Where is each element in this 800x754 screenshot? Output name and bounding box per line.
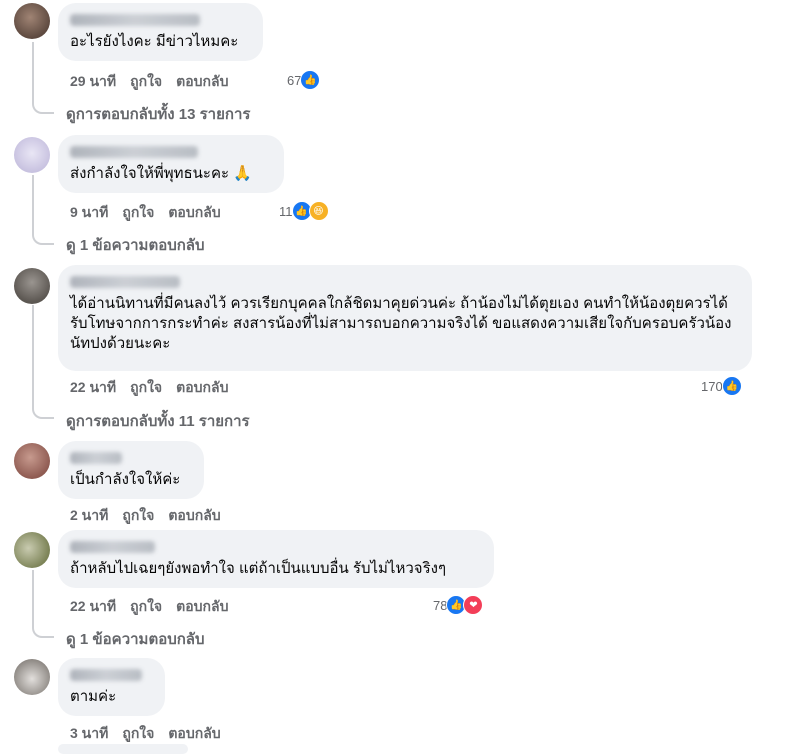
like-button[interactable]: ถูกใจ: [122, 505, 154, 527]
author-name-blurred[interactable]: [70, 276, 180, 288]
reaction-count: 67: [287, 72, 302, 88]
reply-button[interactable]: ตอบกลับ: [176, 377, 228, 399]
author-name-blurred[interactable]: [70, 146, 198, 158]
comment-actions: 22 นาที ถูกใจ ตอบกลับ: [70, 377, 228, 399]
avatar[interactable]: [14, 3, 50, 39]
comment-actions: 9 นาที ถูกใจ ตอบกลับ: [70, 202, 221, 224]
like-button[interactable]: ถูกใจ: [130, 71, 162, 93]
reaction-summary[interactable]: 170 👍: [701, 376, 742, 396]
author-name-blurred[interactable]: [70, 452, 122, 464]
comment-bubble: ได้อ่านนิทานที่มีคนลงไว้ ควรเรียกบุคคลใก…: [58, 265, 752, 371]
avatar[interactable]: [14, 137, 50, 173]
like-icon: 👍: [300, 70, 321, 90]
comment-text: ได้อ่านนิทานที่มีคนลงไว้ ควรเรียกบุคคลใก…: [70, 295, 732, 352]
comment-time[interactable]: 22 นาที: [70, 377, 116, 399]
comment-actions: 22 นาที ถูกใจ ตอบกลับ: [70, 596, 228, 618]
comment-bubble-partial: [58, 744, 188, 754]
comment-time[interactable]: 22 นาที: [70, 596, 116, 618]
author-name-blurred[interactable]: [70, 541, 155, 553]
like-button[interactable]: ถูกใจ: [130, 596, 162, 618]
comment-bubble: ส่งกำลังใจให้พี่พุทธนะคะ 🙏: [58, 135, 284, 193]
view-replies-link[interactable]: ดูการตอบกลับทั้ง 13 รายการ: [66, 102, 250, 126]
comment-text: ตามค่ะ: [70, 688, 117, 705]
reply-connector: [32, 42, 54, 114]
avatar[interactable]: [14, 443, 50, 479]
reply-connector: [32, 175, 54, 245]
like-button[interactable]: ถูกใจ: [130, 377, 162, 399]
avatar[interactable]: [14, 532, 50, 568]
view-replies-link[interactable]: ดู 1 ข้อความตอบกลับ: [66, 627, 205, 651]
comment-bubble: ถ้าหลับไปเฉยๆยังพอทำใจ แต่ถ้าเป็นแบบอื่น…: [58, 530, 494, 588]
like-button[interactable]: ถูกใจ: [122, 723, 154, 745]
avatar[interactable]: [14, 659, 50, 695]
reaction-summary[interactable]: 11 👍 😆: [279, 201, 329, 221]
view-replies-link[interactable]: ดูการตอบกลับทั้ง 11 รายการ: [66, 409, 250, 433]
comment-time[interactable]: 29 นาที: [70, 71, 116, 93]
comment-time[interactable]: 3 นาที: [70, 723, 108, 745]
author-name-blurred[interactable]: [70, 14, 200, 26]
comment-text: ถ้าหลับไปเฉยๆยังพอทำใจ แต่ถ้าเป็นแบบอื่น…: [70, 560, 447, 577]
comment-time[interactable]: 2 นาที: [70, 505, 108, 527]
reaction-summary[interactable]: 67 👍: [287, 70, 321, 90]
view-replies-link[interactable]: ดู 1 ข้อความตอบกลับ: [66, 233, 205, 257]
comment-actions: 29 นาที ถูกใจ ตอบกลับ: [70, 71, 228, 93]
comment-actions: 3 นาที ถูกใจ ตอบกลับ: [70, 723, 221, 745]
comment-bubble: ตามค่ะ: [58, 658, 165, 716]
like-button[interactable]: ถูกใจ: [122, 202, 154, 224]
comment-time[interactable]: 9 นาที: [70, 202, 108, 224]
reply-button[interactable]: ตอบกลับ: [168, 505, 220, 527]
reaction-count: 78: [433, 597, 448, 613]
reply-button[interactable]: ตอบกลับ: [168, 723, 220, 745]
comment-text: อะไรยังไงคะ มีข่าวไหมคะ: [70, 33, 239, 50]
reaction-count: 11: [279, 203, 293, 219]
reply-connector: [32, 305, 54, 419]
reaction-summary[interactable]: 78 👍 ❤: [433, 595, 484, 615]
haha-icon: 😆: [308, 201, 329, 221]
comment-bubble: อะไรยังไงคะ มีข่าวไหมคะ: [58, 3, 263, 61]
avatar[interactable]: [14, 268, 50, 304]
comment-actions: 2 นาที ถูกใจ ตอบกลับ: [70, 505, 221, 527]
reaction-count: 170: [701, 378, 723, 394]
author-name-blurred[interactable]: [70, 669, 142, 681]
reply-button[interactable]: ตอบกลับ: [176, 71, 228, 93]
reply-connector: [32, 570, 54, 638]
comment-text: ส่งกำลังใจให้พี่พุทธนะคะ 🙏: [70, 165, 252, 182]
comment-bubble: เป็นกำลังใจให้ค่ะ: [58, 441, 204, 499]
love-icon: ❤: [463, 595, 484, 615]
reply-button[interactable]: ตอบกลับ: [176, 596, 228, 618]
like-icon: 👍: [721, 376, 742, 396]
comment-text: เป็นกำลังใจให้ค่ะ: [70, 471, 181, 488]
reply-button[interactable]: ตอบกลับ: [168, 202, 220, 224]
